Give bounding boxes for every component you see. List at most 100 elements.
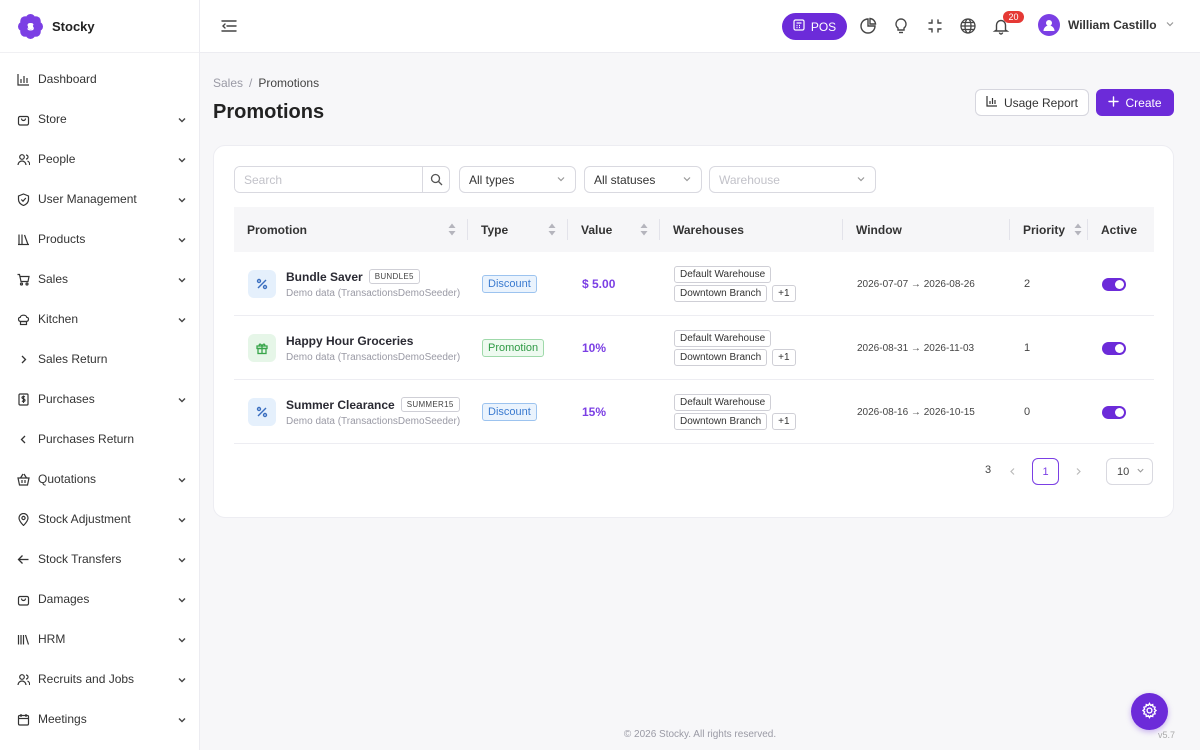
type-filter-select[interactable]: All types [459, 166, 576, 193]
page-button-current[interactable]: 1 [1032, 458, 1059, 485]
usage-report-button[interactable]: Usage Report [975, 89, 1089, 116]
table-row[interactable]: Summer Clearance SUMMER15 Demo data (Trans… [234, 380, 1154, 444]
promotion-cell: Bundle Saver BUNDLE5 Demo data (Transactio… [248, 252, 468, 316]
chevron-down-icon [177, 194, 187, 204]
globe-icon[interactable] [959, 17, 977, 35]
sidebar-item-purchases-return[interactable]: Purchases Return [0, 419, 199, 459]
sidebar-item-stock-transfers[interactable]: Stock Transfers [0, 539, 199, 579]
sort-icon[interactable] [640, 223, 648, 236]
sidebar-item-damages[interactable]: Damages [0, 579, 199, 619]
col-value[interactable]: Value [568, 207, 660, 252]
pos-label: POS [810, 19, 837, 34]
page-title: Promotions [213, 101, 325, 123]
promotion-window: 2026-08-31 → 2026-11-03 [857, 342, 975, 354]
menu-toggle-icon[interactable] [220, 17, 238, 35]
promotion-value: 15% [582, 405, 607, 419]
sort-icon[interactable] [1074, 223, 1082, 236]
sidebar-item-dashboard[interactable]: Dashboard [0, 59, 199, 99]
plus-icon [1108, 95, 1120, 110]
user-name: William Castillo [1068, 18, 1157, 32]
col-active-label: Active [1101, 222, 1138, 237]
col-value-label: Value [581, 222, 613, 237]
sort-icon[interactable] [448, 223, 456, 236]
page-size-select[interactable]: 10 [1106, 458, 1153, 485]
sidebar-nav: Dashboard Store People User Management Produ… [0, 53, 199, 750]
svg-text:S: S [27, 21, 34, 33]
chevron-down-icon [177, 274, 187, 284]
more-warehouses-chip[interactable]: +1 [772, 413, 796, 430]
create-button[interactable]: Create [1096, 89, 1174, 116]
bar-chart-icon [986, 95, 998, 110]
sidebar-item-sales[interactable]: Sales [0, 259, 199, 299]
type-cell: Discount [482, 252, 537, 316]
map-pin-icon [16, 512, 30, 526]
sidebar-item-quotations[interactable]: Quotations [0, 459, 199, 499]
sidebar-item-label: Products [38, 232, 86, 246]
sidebar-item-store[interactable]: Store [0, 99, 199, 139]
library-icon [16, 632, 30, 646]
search-input[interactable] [235, 167, 422, 192]
sidebar-item-hrm[interactable]: HRM [0, 619, 199, 659]
fullscreen-icon[interactable] [926, 17, 944, 35]
chevron-down-icon [177, 514, 187, 524]
sidebar-item-label: Store [38, 112, 67, 126]
active-toggle[interactable] [1102, 405, 1126, 419]
priority-cell: 1 [1024, 316, 1030, 380]
sidebar-item-purchases[interactable]: Purchases [0, 379, 199, 419]
warehouse-chip: Default Warehouse [674, 266, 772, 283]
pie-chart-icon[interactable] [859, 17, 877, 35]
pos-button[interactable]: POS [782, 13, 847, 40]
breadcrumb-parent[interactable]: Sales [213, 76, 243, 90]
status-filter-select[interactable]: All statuses [584, 166, 702, 193]
warehouse-chip: Default Warehouse [674, 330, 772, 347]
sidebar-item-label: Purchases [38, 392, 95, 406]
sidebar-item-people[interactable]: People [0, 139, 199, 179]
sidebar-item-marketing[interactable]: Marketing [0, 739, 199, 750]
more-warehouses-chip[interactable]: +1 [772, 285, 796, 302]
promotion-value: $ 5.00 [582, 277, 616, 291]
table-row[interactable]: Happy Hour Groceries Demo data (Transacti… [234, 316, 1154, 380]
promo-code-badge: BUNDLE5 [368, 269, 420, 284]
promotion-name[interactable]: Bundle Saver [286, 270, 363, 284]
more-warehouses-chip[interactable]: +1 [772, 349, 796, 366]
chef-hat-icon [16, 312, 30, 326]
promotion-source: Demo data (TransactionsDemoSeeder) [286, 351, 461, 363]
promotion-source: Demo data (TransactionsDemoSeeder) [286, 416, 461, 427]
chevron-left-icon [16, 432, 30, 446]
percent-icon [248, 270, 276, 298]
sidebar-item-label: Stock Transfers [38, 552, 122, 566]
lightbulb-icon[interactable] [892, 17, 910, 35]
active-toggle[interactable] [1102, 277, 1126, 291]
sort-icon[interactable] [548, 223, 556, 236]
sidebar-item-recruits-and-jobs[interactable]: Recruits and Jobs [0, 659, 199, 699]
arrow-left-icon [16, 552, 30, 566]
col-priority[interactable]: Priority [1010, 207, 1088, 252]
sidebar-item-meetings[interactable]: Meetings [0, 699, 199, 739]
promotion-name[interactable]: Summer Clearance [286, 398, 395, 412]
sidebar-item-kitchen[interactable]: Kitchen [0, 299, 199, 339]
settings-button[interactable] [1131, 693, 1168, 730]
footer-copyright: © 2026 Stocky. All rights reserved. [623, 729, 777, 740]
user-menu[interactable]: William Castillo [1038, 14, 1175, 36]
sidebar-item-stock-adjustment[interactable]: Stock Adjustment [0, 499, 199, 539]
promotion-name[interactable]: Happy Hour Groceries [286, 334, 413, 348]
table-row[interactable]: Bundle Saver BUNDLE5 Demo data (Transactio… [234, 252, 1154, 316]
brand[interactable]: S Stocky [0, 0, 199, 53]
table-header: Promotion Type Value Warehouses Window P… [234, 207, 1154, 252]
active-toggle[interactable] [1102, 341, 1126, 355]
sidebar-item-products[interactable]: Products [0, 219, 199, 259]
col-window: Window [843, 207, 1010, 252]
warehouse-filter-select[interactable]: Warehouse [709, 166, 876, 193]
chevron-down-icon [556, 173, 566, 187]
promotions-card: All types All statuses Warehouse Promoti… [213, 145, 1174, 518]
col-promotion[interactable]: Promotion [234, 207, 468, 252]
search-icon[interactable] [422, 167, 449, 192]
prev-page-button[interactable] [999, 458, 1026, 485]
col-warehouses-label: Warehouses [673, 222, 744, 237]
sidebar-item-user-management[interactable]: User Management [0, 179, 199, 219]
sidebar-item-sales-return[interactable]: Sales Return [0, 339, 199, 379]
chevron-down-icon [1136, 466, 1145, 478]
next-page-button[interactable] [1065, 458, 1092, 485]
col-type[interactable]: Type [468, 207, 568, 252]
promotion-info: Happy Hour Groceries Demo data (Transacti… [286, 334, 460, 363]
